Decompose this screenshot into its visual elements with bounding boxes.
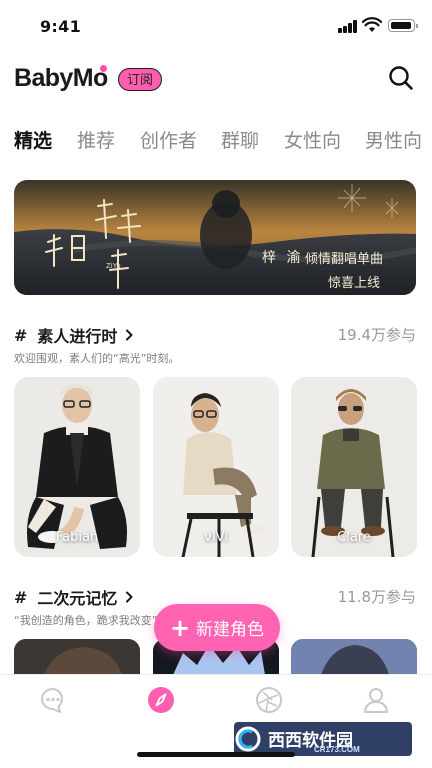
banner-line1: 倾情翻唱单曲	[305, 252, 384, 267]
section-subtitle: 欢迎围观，素人们的“高光”时刻。	[14, 352, 180, 365]
section-subtitle: “我创造的角色，跪求我改变”	[14, 614, 158, 627]
tab-creators[interactable]: 创作者	[140, 126, 197, 156]
character-card[interactable]: vIVi	[153, 377, 279, 557]
status-time: 9:41	[40, 17, 81, 36]
watermark-url: CR173.COM	[314, 745, 360, 754]
search-icon[interactable]	[388, 65, 414, 91]
svg-text:ZiYu: ZiYu	[106, 262, 121, 270]
create-character-button[interactable]: + 新建角色	[154, 604, 280, 651]
status-bar: 9:41	[0, 0, 432, 52]
cellular-signal-icon	[338, 19, 358, 33]
chat-bubble-icon[interactable]	[38, 685, 68, 715]
app-logo: BabyMo	[14, 64, 108, 92]
logo-dot	[100, 65, 107, 72]
character-card[interactable]: Fabian	[14, 377, 140, 557]
create-character-label: 新建角色	[196, 620, 265, 640]
section-title-text: 素人进行时	[37, 327, 118, 346]
profile-icon[interactable]	[361, 685, 391, 715]
character-name: Fabian	[55, 530, 99, 545]
character-name: Clare	[337, 530, 371, 545]
character-card[interactable]: Clare	[291, 377, 417, 557]
tab-group-chat[interactable]: 群聊	[221, 126, 259, 156]
character-card[interactable]	[291, 639, 417, 675]
tab-male[interactable]: 男性向	[365, 126, 422, 156]
tab-recommended[interactable]: 推荐	[77, 126, 115, 156]
character-photo	[291, 639, 417, 675]
chevron-right-icon	[126, 591, 133, 603]
subscribe-button[interactable]: 订阅	[118, 68, 163, 91]
hash-symbol: #	[14, 325, 28, 345]
tab-featured[interactable]: 精选	[14, 126, 52, 156]
section-title-amateur[interactable]: # 素人进行时	[14, 323, 135, 347]
discover-compass-icon[interactable]	[146, 685, 176, 715]
character-photo	[14, 639, 140, 675]
home-indicator	[137, 752, 295, 757]
promo-banner[interactable]: ZiYu 梓 渝 倾情翻唱单曲 惊喜上线	[14, 180, 416, 295]
section-title-text: 二次元记忆	[37, 589, 118, 608]
plus-icon: +	[169, 613, 191, 642]
character-card[interactable]	[14, 639, 140, 675]
tab-female[interactable]: 女性向	[284, 126, 341, 156]
wifi-icon	[362, 17, 382, 32]
aperture-icon[interactable]	[254, 685, 284, 715]
banner-line2: 惊喜上线	[328, 276, 381, 291]
battery-icon	[388, 19, 418, 32]
section-participant-count: 19.4万参与	[337, 326, 416, 344]
banner-artist: 梓 渝	[262, 250, 304, 266]
character-name: vIVi	[204, 530, 228, 545]
chevron-right-icon	[126, 329, 133, 341]
category-tabs: 精选 推荐 创作者 群聊 女性向 男性向	[0, 126, 432, 158]
hash-symbol: #	[14, 587, 28, 607]
section-participant-count: 11.8万参与	[337, 588, 416, 606]
section-title-anime[interactable]: # 二次元记忆	[14, 585, 135, 609]
